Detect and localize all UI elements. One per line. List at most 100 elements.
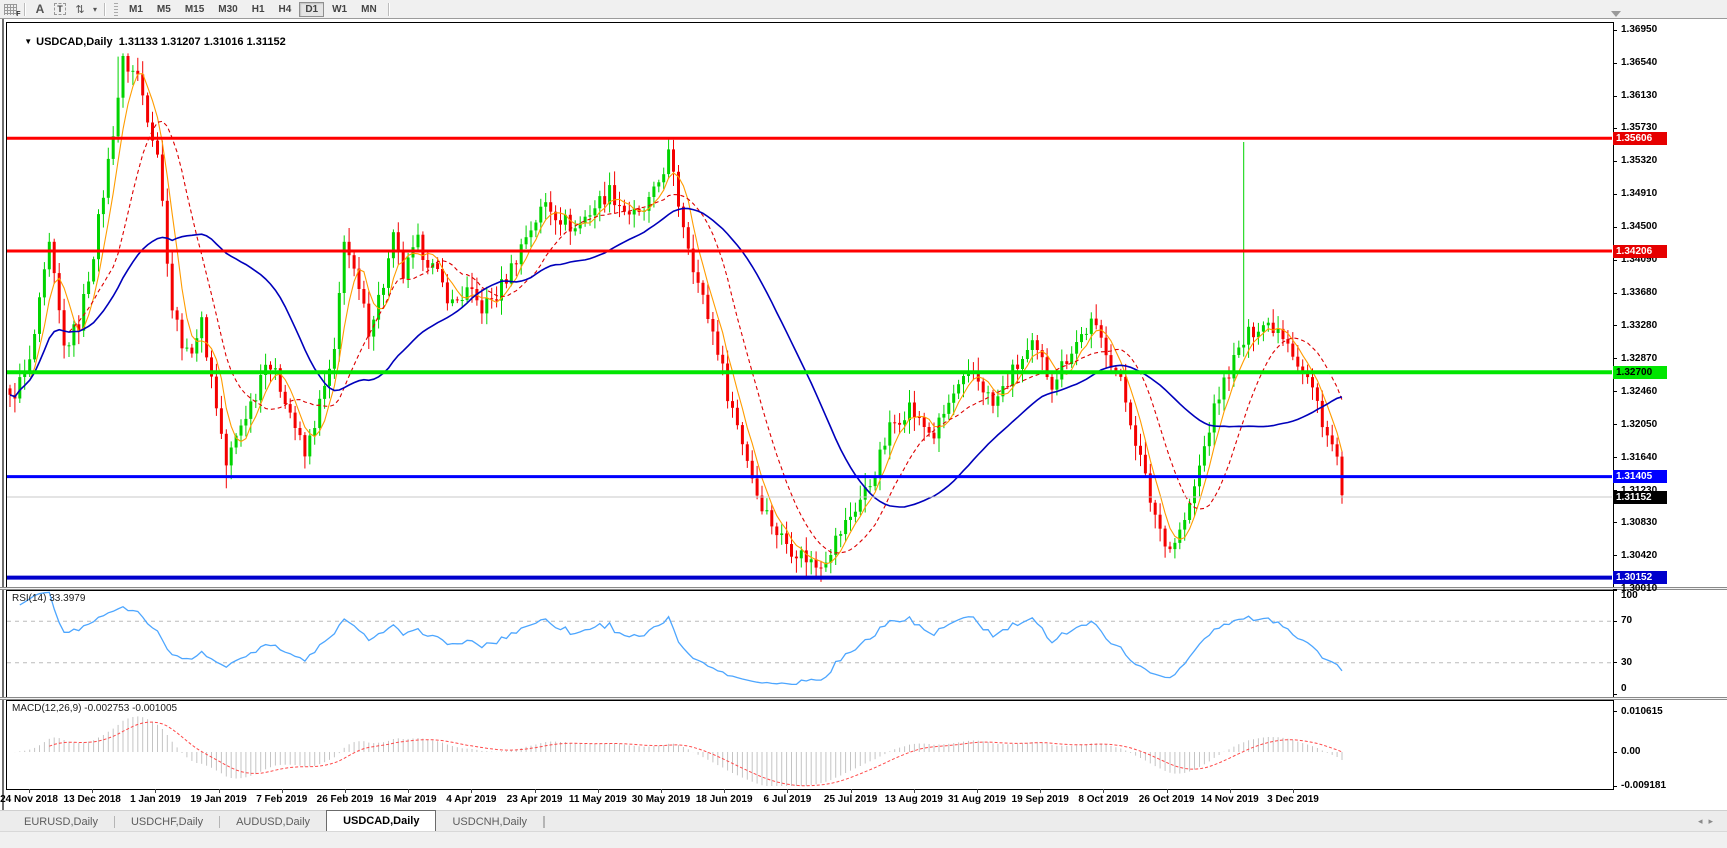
x-axis-label: 4 Apr 2019	[446, 794, 497, 805]
x-axis-label: 1 Jan 2019	[130, 794, 181, 805]
rsi-axis-tick: 70	[1621, 615, 1633, 627]
y-axis-tick: 1.30830	[1621, 516, 1658, 528]
status-strip	[0, 831, 1727, 848]
x-axis-tick-mark	[471, 789, 473, 793]
x-axis-label: 30 May 2019	[631, 794, 691, 805]
y-axis-tick: 1.34910	[1621, 188, 1658, 200]
y-axis-tick-mark	[1613, 358, 1617, 360]
x-axis-label: 18 Jun 2019	[695, 794, 753, 805]
x-axis-label: 7 Feb 2019	[256, 794, 308, 805]
x-axis-tick-mark	[534, 789, 536, 793]
y-axis-tick-mark	[1613, 555, 1617, 557]
x-axis-label: 25 Jul 2019	[823, 794, 878, 805]
rsi-axis-tick-mark	[1613, 589, 1617, 591]
y-axis-tick-mark	[1613, 259, 1617, 261]
y-axis-tick-mark	[1613, 95, 1617, 97]
y-axis-tick: 1.34500	[1621, 221, 1658, 233]
price-chart-canvas[interactable]	[0, 0, 1727, 848]
x-axis-tick-mark	[787, 789, 789, 793]
y-axis-tick-mark	[1613, 127, 1617, 129]
x-axis-label: 26 Feb 2019	[316, 794, 374, 805]
macd-axis-tick: 0.00	[1621, 746, 1641, 757]
y-axis-tick-mark	[1613, 160, 1617, 162]
x-axis-label: 16 Mar 2019	[379, 794, 437, 805]
x-axis-tick-mark	[1229, 789, 1231, 793]
x-axis-label: 3 Dec 2019	[1267, 794, 1319, 805]
x-axis-label: 31 Aug 2019	[948, 794, 1006, 805]
rsi-axis-tick-mark	[1613, 620, 1617, 622]
x-axis-label: 23 Apr 2019	[506, 794, 563, 805]
x-axis-label: 14 Nov 2019	[1200, 794, 1259, 805]
x-axis-tick-mark	[913, 789, 915, 793]
y-axis-tick: 1.36950	[1621, 24, 1658, 35]
x-axis-tick-mark	[724, 789, 726, 793]
x-axis-tick-mark	[218, 789, 220, 793]
y-axis-tick: 1.32870	[1621, 352, 1658, 364]
price-line-label: 1.35606	[1613, 131, 1667, 145]
x-axis-label: 11 May 2019	[568, 794, 627, 805]
y-axis-tick: 1.36130	[1621, 90, 1658, 102]
y-axis-tick-mark	[1613, 325, 1617, 327]
price-line-label: 1.34206	[1613, 244, 1667, 258]
x-axis-tick-mark	[408, 789, 410, 793]
y-axis-tick: 1.31640	[1621, 451, 1658, 463]
x-axis-tick-mark	[850, 789, 852, 793]
tab-scroll-left-icon[interactable]: ◂	[1698, 816, 1709, 826]
x-axis-tick-mark	[1293, 789, 1294, 793]
rsi-axis-tick: 100	[1621, 590, 1638, 601]
y-axis-tick-mark	[1613, 226, 1617, 228]
y-axis-tick-mark	[1613, 522, 1617, 524]
y-axis-tick-mark	[1613, 457, 1617, 459]
y-axis-tick-mark	[1613, 292, 1617, 294]
x-axis-label: 24 Nov 2018	[0, 794, 58, 805]
price-line-label: 1.32700	[1613, 365, 1667, 379]
rsi-label: RSI(14) 33.3979	[12, 593, 86, 604]
x-axis-tick-mark	[1103, 789, 1105, 793]
macd-axis-tick: 0.010615	[1621, 705, 1663, 717]
tab-scroll-arrows[interactable]: ◂▸	[1698, 816, 1719, 827]
terminal-window: F A T ⇅ ▾ M1 M5 M15 M30 H1 H4 D1 W1 MN ▼ USDCAD,D…	[0, 0, 1727, 848]
x-axis-label: 13 Dec 2018	[63, 794, 121, 805]
macd-label: MACD(12,26,9) -0.002753 -0.001005	[12, 703, 178, 714]
x-axis-tick-mark	[281, 789, 283, 793]
x-axis-tick-mark	[345, 789, 346, 793]
y-axis-tick-mark	[1613, 29, 1617, 31]
macd-axis-tick: -0.009181	[1621, 780, 1667, 791]
rsi-axis-tick-mark	[1613, 693, 1617, 695]
macd-axis-tick-mark	[1613, 785, 1617, 787]
chart-tab-usdchf[interactable]: USDCHF,Daily	[115, 812, 219, 832]
x-axis-tick-mark	[977, 789, 978, 793]
chart-tab-usdcnh[interactable]: USDCNH,Daily	[436, 812, 543, 832]
chart-tab-eurusd[interactable]: EURUSD,Daily	[8, 812, 114, 832]
price-line-label: 1.30152	[1613, 571, 1667, 585]
chart-tab-usdcad[interactable]: USDCAD,Daily	[326, 810, 437, 832]
chart-tab-audusd[interactable]: AUDUSD,Daily	[220, 812, 326, 832]
y-axis-tick: 1.32460	[1621, 385, 1658, 397]
x-axis-label: 8 Oct 2019	[1078, 794, 1129, 805]
y-axis-tick: 1.30420	[1621, 549, 1658, 561]
y-axis-tick-mark	[1613, 391, 1617, 393]
x-axis-tick-mark	[155, 789, 157, 793]
x-axis-label: 19 Sep 2019	[1011, 794, 1069, 805]
x-axis-tick-mark	[1166, 789, 1168, 793]
tab-separator	[544, 816, 546, 828]
current-price-label: 1.31152	[1613, 490, 1667, 504]
y-axis-tick: 1.33680	[1621, 287, 1658, 299]
y-axis-tick-mark	[1613, 193, 1617, 195]
tab-scroll-right-icon[interactable]: ▸	[1708, 816, 1719, 826]
macd-axis-tick-mark	[1613, 711, 1617, 713]
y-axis-tick-mark	[1613, 424, 1617, 426]
chart-tab-bar: EURUSD,Daily USDCHF,Daily AUDUSD,Daily USDC…	[0, 810, 1727, 832]
y-axis-tick: 1.33280	[1621, 319, 1658, 331]
y-axis-tick: 1.35320	[1621, 155, 1658, 167]
x-axis-tick-mark	[661, 789, 662, 793]
rsi-axis-tick-mark	[1613, 662, 1617, 664]
x-axis-tick-mark	[92, 789, 94, 793]
price-line-label: 1.31405	[1613, 470, 1667, 484]
x-axis-tick-mark	[29, 789, 30, 793]
x-axis-label: 13 Aug 2019	[884, 794, 943, 805]
y-axis-tick-mark	[1613, 62, 1617, 64]
rsi-axis-tick: 0	[1621, 683, 1627, 694]
rsi-axis-tick: 30	[1621, 656, 1633, 668]
x-axis-label: 26 Oct 2019	[1138, 794, 1195, 805]
